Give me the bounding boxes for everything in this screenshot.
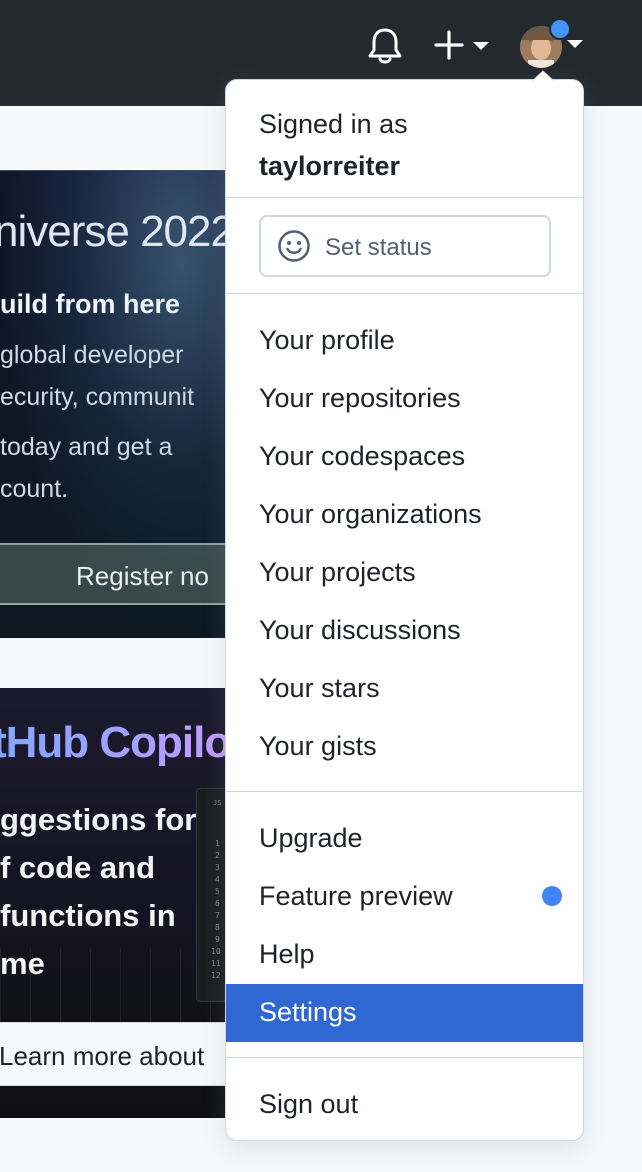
menu-item-label: Your repositories	[259, 383, 461, 413]
menu-item-sign-out[interactable]: Sign out	[226, 1076, 583, 1134]
feature-preview-dot	[542, 886, 562, 906]
banner-text-line: me	[0, 946, 45, 981]
menu-item-label: Settings	[259, 997, 357, 1027]
code-language-label: JS	[213, 799, 222, 807]
register-button-label: Register no	[76, 561, 209, 591]
menu-item-help[interactable]: Help	[226, 926, 583, 984]
code-line-number: 3	[215, 863, 220, 872]
menu-item-settings[interactable]: Settings	[226, 984, 583, 1042]
banner-text-line: functions in	[0, 898, 176, 933]
chevron-down-icon[interactable]	[566, 38, 584, 50]
banner-title: niverse 2022	[0, 207, 235, 256]
set-status-button[interactable]: Set status	[259, 215, 551, 277]
menu-item-label: Your gists	[259, 731, 377, 761]
code-line-number: 8	[215, 923, 220, 932]
menu-item-label: Help	[259, 939, 315, 969]
menu-item-upgrade[interactable]: Upgrade	[226, 810, 583, 868]
code-line-number: 4	[215, 875, 220, 884]
bell-icon[interactable]	[366, 26, 404, 66]
code-line-number: 11	[211, 959, 221, 968]
menu-item-your-organizations[interactable]: Your organizations	[226, 486, 583, 544]
banner-text-line: global developer	[0, 341, 184, 369]
banner-text-line: ggestions for	[0, 802, 197, 837]
menu-item-label: Your projects	[259, 557, 416, 587]
menu-item-your-codespaces[interactable]: Your codespaces	[226, 428, 583, 486]
code-line-number: 10	[211, 947, 221, 956]
menu-item-your-projects[interactable]: Your projects	[226, 544, 583, 602]
universe-banner: niverse 2022 uild from here global devel…	[0, 170, 260, 638]
menu-pointer	[532, 70, 554, 82]
menu-item-feature-preview[interactable]: Feature preview	[226, 868, 583, 926]
code-line-number: 9	[215, 935, 220, 944]
menu-item-your-profile[interactable]: Your profile	[226, 312, 583, 370]
menu-item-your-repositories[interactable]: Your repositories	[226, 370, 583, 428]
username: taylorreiter	[259, 150, 401, 181]
menu-item-label: Your stars	[259, 673, 380, 703]
menu-item-label: Your profile	[259, 325, 395, 355]
banner-text-line: f code and	[0, 850, 156, 885]
set-status-label: Set status	[325, 234, 432, 261]
menu-divider	[226, 293, 583, 294]
banner-text-line: today and get a	[0, 433, 173, 461]
code-line-number: 7	[215, 911, 220, 920]
code-line-number: 1	[215, 839, 220, 848]
menu-divider	[226, 1057, 583, 1058]
notification-dot	[549, 18, 571, 40]
menu-item-label: Feature preview	[259, 881, 453, 911]
menu-divider	[226, 197, 583, 198]
code-line-number: 5	[215, 887, 220, 896]
user-dropdown-menu: Signed in as taylorreiter Set status You…	[225, 79, 584, 1141]
banner-text-line: count.	[0, 475, 69, 503]
menu-item-label: Sign out	[259, 1089, 359, 1119]
banner-title: tHub Copilo	[0, 718, 231, 768]
learn-more-label: Learn more about	[0, 1041, 205, 1071]
register-button[interactable]: Register no	[0, 543, 260, 605]
smiley-icon	[278, 230, 310, 262]
menu-item-your-gists[interactable]: Your gists	[226, 718, 583, 776]
menu-item-your-discussions[interactable]: Your discussions	[226, 602, 583, 660]
code-line-number: 2	[215, 851, 220, 860]
plus-icon[interactable]	[434, 28, 464, 62]
menu-item-label: Upgrade	[259, 823, 363, 853]
code-line-number: 6	[215, 899, 220, 908]
banner-subtitle: uild from here	[0, 289, 181, 319]
copilot-banner: tHub Copilo JS 1 2 3 4 5 6 7 8 9 10 11 1…	[0, 688, 260, 1118]
menu-item-label: Your organizations	[259, 499, 482, 529]
chevron-down-icon[interactable]	[472, 40, 490, 52]
banner-text-line: ecurity, communit	[0, 383, 195, 411]
signed-in-header: Signed in as taylorreiter	[259, 104, 408, 188]
code-line-number: 12	[211, 971, 221, 980]
menu-item-label: Your codespaces	[259, 441, 466, 471]
menu-item-your-stars[interactable]: Your stars	[226, 660, 583, 718]
learn-more-button[interactable]: Learn more about	[0, 1022, 260, 1086]
signed-in-label: Signed in as	[259, 109, 408, 139]
menu-divider	[226, 791, 583, 792]
menu-item-label: Your discussions	[259, 615, 461, 645]
